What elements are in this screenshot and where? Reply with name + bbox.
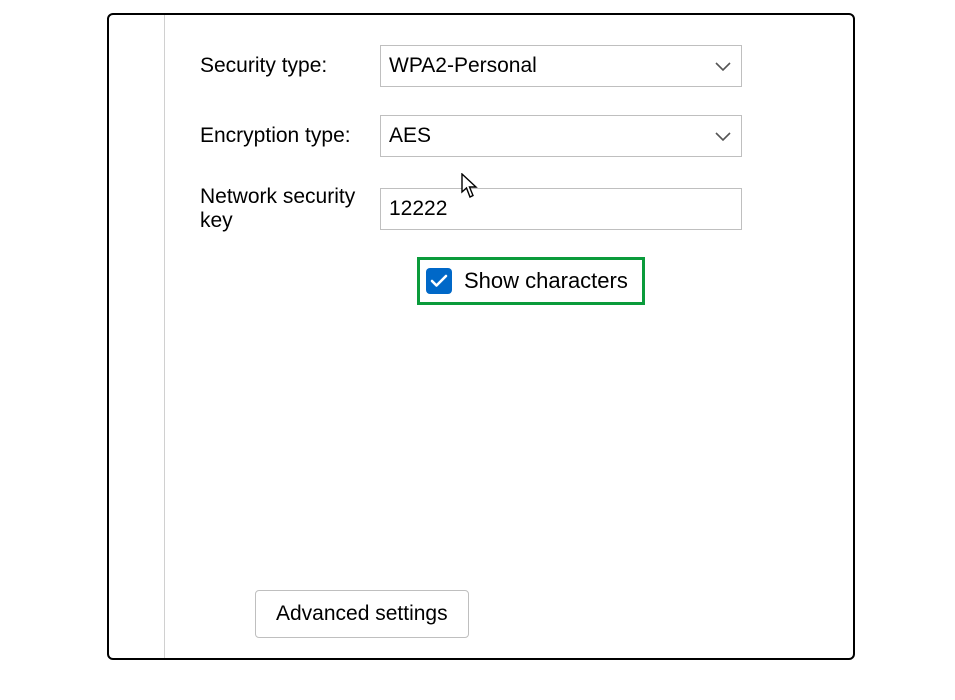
advanced-settings-button[interactable]: Advanced settings [255, 590, 469, 638]
encryption-type-row: Encryption type: AES [165, 115, 853, 157]
encryption-type-select[interactable]: AES [380, 115, 742, 157]
network-security-key-row: Network security key [165, 185, 853, 233]
checkmark-icon [430, 274, 448, 288]
security-type-value: WPA2-Personal [389, 54, 537, 78]
security-type-row: Security type: WPA2-Personal [165, 45, 853, 87]
security-type-label: Security type: [165, 54, 380, 78]
chevron-down-icon [715, 54, 731, 78]
show-characters-checkbox-container[interactable]: Show characters [417, 257, 645, 305]
chevron-down-icon [715, 124, 731, 148]
encryption-type-label: Encryption type: [165, 124, 380, 148]
security-type-select[interactable]: WPA2-Personal [380, 45, 742, 87]
form-content: Security type: WPA2-Personal Encryption … [165, 15, 853, 658]
show-characters-label: Show characters [464, 268, 628, 294]
settings-panel: Security type: WPA2-Personal Encryption … [107, 13, 855, 660]
show-characters-checkbox[interactable] [426, 268, 452, 294]
network-security-key-input[interactable] [380, 188, 742, 230]
encryption-type-value: AES [389, 124, 431, 148]
network-security-key-label: Network security key [165, 185, 380, 233]
